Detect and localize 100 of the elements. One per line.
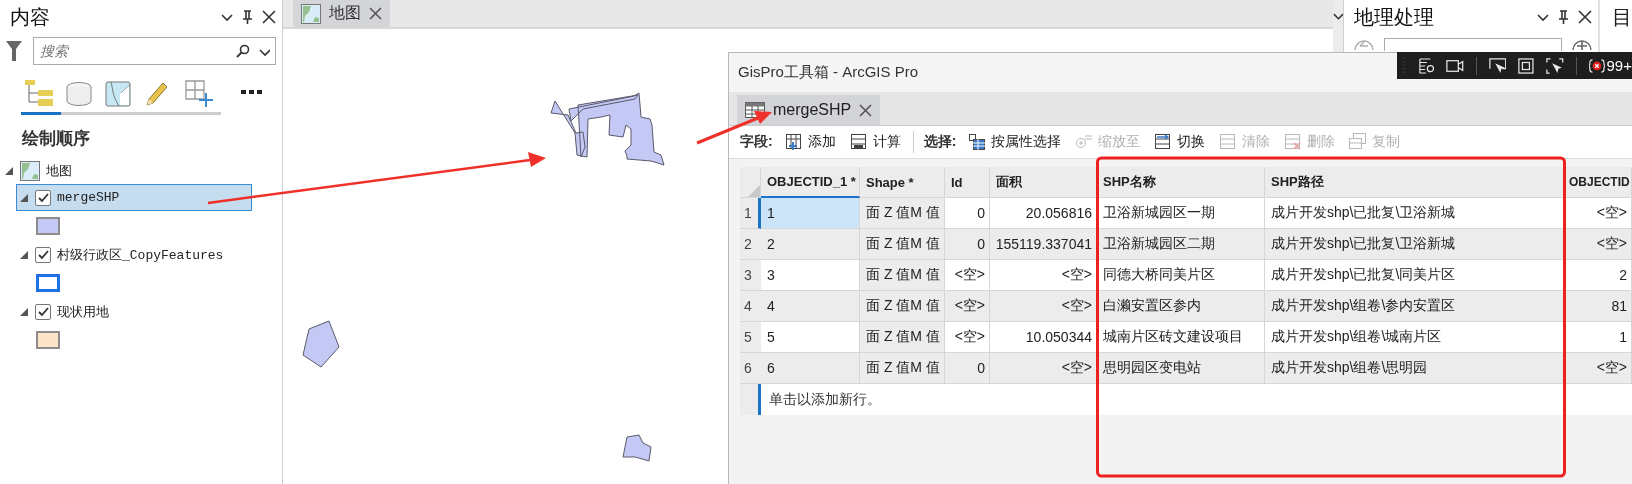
symbol-swatch[interactable] — [36, 217, 60, 235]
chevron-down-icon[interactable] — [1537, 11, 1549, 23]
clear-icon — [1219, 133, 1238, 151]
column-header[interactable]: 面积 — [990, 167, 1097, 198]
table-cell: 成片开发shp\组卷\参内安置区 — [1265, 291, 1566, 322]
notification-count: 99+ — [1606, 57, 1632, 74]
column-header[interactable]: OBJECTID_1 * — [761, 167, 860, 198]
symbol-swatch[interactable] — [36, 274, 60, 292]
column-header[interactable]: Id — [945, 167, 990, 198]
symbol-swatch[interactable] — [36, 331, 60, 349]
check-icon — [36, 306, 50, 317]
close-icon[interactable] — [261, 10, 276, 24]
expand-triangle-icon[interactable] — [4, 166, 14, 176]
tree-item[interactable]: 地图 — [46, 162, 72, 180]
toolbar-button[interactable]: 按属性选择 — [966, 133, 1064, 151]
add-row-hint[interactable]: 单击以添加新行。 — [761, 390, 881, 409]
add-field-icon — [784, 133, 803, 151]
toolbar-button[interactable]: 添加 — [782, 133, 838, 151]
copy-icon — [1349, 133, 1368, 151]
table-cell: 思明园区变电站 — [1097, 353, 1265, 384]
map-sheet-icon — [105, 80, 131, 107]
search-field[interactable]: 搜索 — [33, 37, 276, 65]
pencil-icon — [145, 80, 169, 107]
grid-add-icon — [185, 79, 213, 108]
table-cell: 面 Z 值M 值 — [860, 322, 945, 353]
pane-title: 目 — [1612, 6, 1632, 28]
pane-title: 内容 — [10, 4, 51, 30]
table-cell: 4 — [761, 291, 860, 322]
expand-triangle-icon[interactable] — [19, 306, 29, 317]
pin-icon[interactable] — [1557, 9, 1570, 25]
table-cell: 81 — [1566, 291, 1632, 322]
pin-icon[interactable] — [240, 9, 254, 25]
table-tab[interactable]: mergeSHP — [737, 95, 881, 125]
table-cell: 0 — [945, 353, 990, 384]
error-braces-icon[interactable] — [1588, 57, 1605, 74]
table-cell: 白濑安置区参内 — [1097, 291, 1265, 322]
delete-icon — [1284, 133, 1303, 151]
table-cell: 面 Z 值M 值 — [860, 353, 945, 384]
row-number[interactable]: 1 — [740, 198, 761, 229]
pane-title: 地理处理 — [1354, 4, 1436, 30]
filter-icon[interactable] — [5, 40, 23, 62]
square-frame-icon[interactable] — [1518, 56, 1535, 75]
table-cell: 0 — [945, 229, 990, 260]
video-camera-icon[interactable] — [1446, 58, 1464, 73]
database-icon — [65, 80, 93, 107]
table-cell: <空> — [990, 291, 1097, 322]
layer-item[interactable]: 现状用地 — [16, 298, 252, 325]
close-icon[interactable] — [1578, 10, 1592, 24]
cursor-frame-icon[interactable] — [1488, 56, 1507, 75]
row-number[interactable]: 3 — [740, 260, 761, 291]
table-cell: 2 — [761, 229, 860, 260]
table-cell: 面 Z 值M 值 — [860, 291, 945, 322]
expand-triangle-icon[interactable] — [19, 249, 29, 260]
toolbar-label: 选择: — [923, 133, 957, 151]
layer-item[interactable]: 村级行政区_CopyFeatures — [16, 241, 252, 268]
table-cell: 成片开发shp\组卷\思明园 — [1265, 353, 1566, 384]
search-field[interactable] — [1384, 38, 1562, 51]
table-cell: <空> — [1566, 229, 1632, 260]
checkbox[interactable] — [35, 303, 51, 320]
table-cell: 面 Z 值M 值 — [860, 229, 945, 260]
layers-tree-icon — [25, 79, 53, 108]
map-icon — [20, 161, 40, 181]
table-cell: 面 Z 值M 值 — [860, 260, 945, 291]
switch-icon — [1154, 133, 1173, 151]
row-number[interactable]: 5 — [740, 322, 761, 353]
zoom-in-icon — [1075, 133, 1094, 151]
chevron-down-icon[interactable] — [258, 46, 270, 57]
chevron-down-icon[interactable] — [220, 11, 233, 23]
table-cell: 1 — [761, 198, 860, 229]
check-icon — [36, 192, 50, 203]
row-number[interactable]: 4 — [740, 291, 761, 322]
expand-triangle-icon[interactable] — [19, 192, 29, 203]
map-tab[interactable]: 地图 — [292, 0, 390, 27]
add-icon[interactable] — [1572, 38, 1592, 50]
column-header[interactable]: SHP路径 — [1265, 167, 1566, 198]
column-header[interactable]: SHP名称 — [1097, 167, 1265, 198]
table-cell: <空> — [990, 353, 1097, 384]
more-icon[interactable] — [241, 89, 263, 95]
map-icon — [300, 3, 321, 24]
check-icon — [36, 249, 50, 260]
table-cell: 6 — [761, 353, 860, 384]
document-gear-icon[interactable] — [1418, 56, 1435, 75]
toolbar-button[interactable]: 切换 — [1152, 133, 1208, 151]
table-select-icon — [968, 133, 987, 151]
row-number[interactable]: 2 — [740, 229, 761, 260]
column-header[interactable]: Shape * — [860, 167, 945, 198]
table-cell: 成片开发shp\已批复\卫浴新城 — [1265, 229, 1566, 260]
toolbar-button[interactable]: 计算 — [847, 133, 903, 151]
column-header[interactable]: OBJECTID — [1566, 167, 1632, 198]
section-heading: 绘制顺序 — [21, 128, 91, 150]
table-cell: 155119.337041 — [990, 229, 1097, 260]
table-cell: <空> — [945, 291, 990, 322]
search-icon[interactable] — [235, 44, 250, 58]
row-marker — [740, 384, 761, 415]
row-number[interactable]: 6 — [740, 353, 761, 384]
layer-item[interactable]: mergeSHP — [16, 184, 252, 211]
calculator-icon — [849, 133, 868, 151]
cursor-corners-icon[interactable] — [1546, 56, 1564, 75]
checkbox[interactable] — [35, 189, 51, 206]
checkbox[interactable] — [35, 246, 51, 263]
